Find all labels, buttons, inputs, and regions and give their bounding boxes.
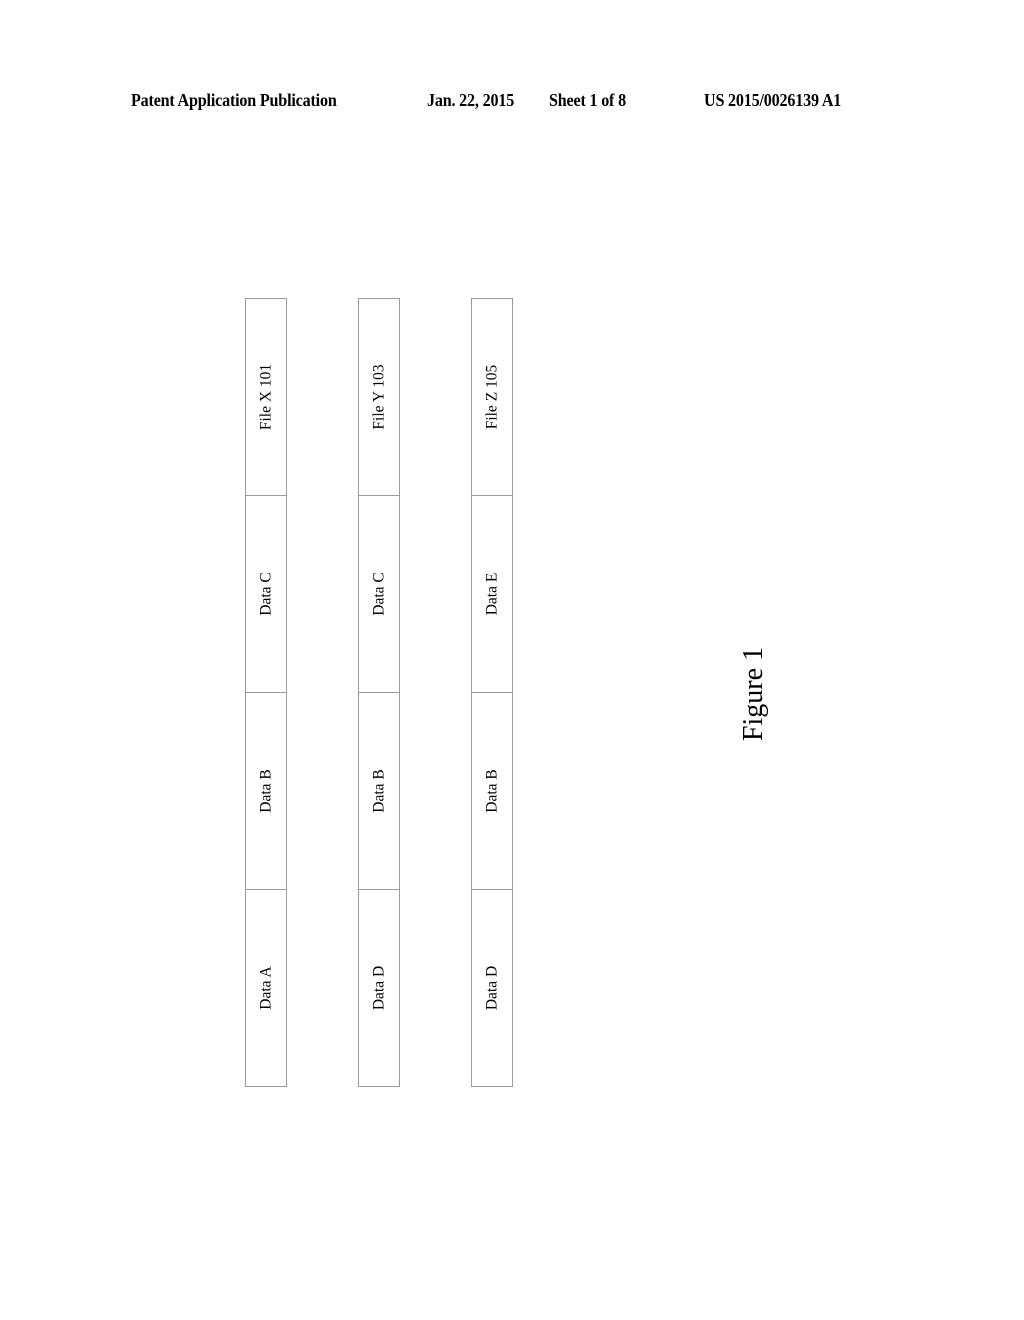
data-label: Data C [370, 572, 388, 616]
data-cell: Data B [472, 693, 512, 890]
data-label: Data D [370, 965, 388, 1011]
file-y-block: File Y 103 Data C Data B Data D [358, 298, 400, 1087]
file-x-block: File X 101 Data C Data B Data A [245, 298, 287, 1087]
data-label: Data D [483, 965, 501, 1011]
file-label-cell: File X 101 [246, 299, 286, 496]
data-label: Data B [483, 769, 501, 813]
publication-date: Jan. 22, 2015 [427, 90, 515, 110]
data-label: Data C [257, 572, 275, 616]
sheet-number: Sheet 1 of 8 [549, 90, 626, 110]
data-label: Data E [483, 572, 501, 616]
publication-type: Patent Application Publication [131, 90, 337, 110]
data-cell: Data E [472, 496, 512, 693]
figure-caption: Figure 1 [738, 646, 769, 742]
file-label-cell: File Z 105 [472, 299, 512, 496]
file-label: File X 101 [257, 363, 275, 431]
data-label: Data A [257, 966, 275, 1010]
data-cell: Data C [246, 496, 286, 693]
data-label: Data B [370, 769, 388, 813]
file-label: File Z 105 [483, 364, 501, 430]
file-z-block: File Z 105 Data E Data B Data D [471, 298, 513, 1087]
data-cell: Data A [246, 890, 286, 1086]
data-cell: Data B [359, 693, 399, 890]
data-cell: Data B [246, 693, 286, 890]
data-cell: Data D [472, 890, 512, 1086]
file-label-cell: File Y 103 [359, 299, 399, 496]
file-label: File Y 103 [370, 364, 388, 430]
publication-number: US 2015/0026139 A1 [704, 90, 842, 110]
data-cell: Data D [359, 890, 399, 1086]
data-label: Data B [257, 769, 275, 813]
data-cell: Data C [359, 496, 399, 693]
